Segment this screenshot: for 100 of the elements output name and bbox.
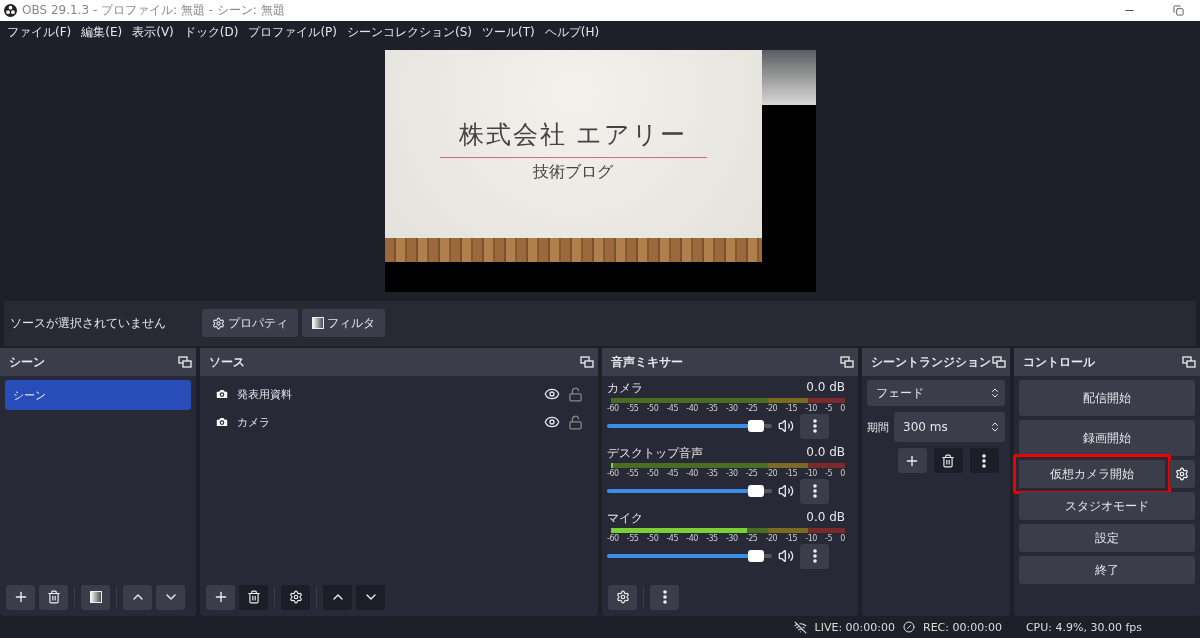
remove-button[interactable] [39, 584, 68, 610]
more-icon [812, 484, 817, 499]
scene-item[interactable]: シーン [5, 380, 191, 411]
trash-icon [941, 453, 955, 468]
no-signal-icon [793, 620, 807, 634]
cpu-usage: CPU: 4.9%, 30.00 fps [1025, 620, 1142, 634]
add-button[interactable] [897, 448, 927, 474]
menu-item[interactable]: 編集(E) [76, 21, 128, 43]
more-button[interactable] [800, 478, 829, 504]
scale-label: -40 [686, 469, 698, 479]
settings-button[interactable] [1169, 460, 1195, 489]
control-button[interactable]: スタジオモード [1019, 492, 1195, 521]
float-icon[interactable] [840, 356, 854, 369]
scale-label: -45 [666, 534, 679, 544]
trash-icon [46, 590, 61, 605]
move-up-button[interactable] [323, 584, 352, 610]
control-button[interactable]: 録画開始 [1019, 420, 1195, 457]
float-icon[interactable] [178, 356, 192, 369]
scale-label: -10 [805, 404, 817, 414]
settings-button[interactable] [281, 584, 310, 610]
menu-item[interactable]: ファイル(F) [2, 21, 77, 43]
channel-name: デスクトップ音声 [607, 445, 703, 462]
add-button[interactable] [6, 584, 35, 610]
scale-label: -20 [765, 404, 778, 414]
trash-icon [246, 590, 261, 605]
scale-label: -20 [765, 469, 778, 479]
more-button[interactable] [969, 448, 999, 474]
control-button[interactable]: 仮想カメラ開始 [1013, 454, 1171, 495]
more-button[interactable] [800, 413, 829, 439]
menu-item[interactable]: プロファイル(P) [243, 21, 342, 43]
slide-subtitle: 技術ブログ [533, 161, 613, 183]
control-button[interactable]: 設定 [1019, 524, 1195, 553]
status-text: ソースが選択されていません [10, 314, 167, 332]
source-item[interactable]: カメラ [205, 408, 593, 437]
lock-open-icon[interactable] [568, 414, 583, 430]
remove-button[interactable] [239, 584, 268, 610]
transition-select[interactable]: フェード [867, 380, 1005, 407]
more-icon [662, 590, 667, 605]
dock-title: 音声ミキサー [611, 354, 683, 370]
scale-label: -15 [785, 404, 798, 414]
more-icon [812, 549, 817, 564]
scale-label: -50 [646, 469, 659, 479]
filters-button[interactable] [81, 584, 110, 610]
recording-off-icon [903, 621, 915, 634]
slider-thumb[interactable] [747, 420, 764, 433]
menu-item[interactable]: シーンコレクション(S) [342, 21, 477, 43]
window-title: OBS 29.1.3 - プロファイル: 無題 - シーン: 無題 [22, 2, 286, 19]
lock-open-icon[interactable] [568, 386, 583, 402]
move-down-button[interactable] [156, 584, 185, 610]
more-icon [812, 419, 817, 434]
scale-label: -5 [825, 534, 833, 544]
scale-label: -15 [785, 534, 798, 544]
settings-icon [212, 316, 225, 330]
control-button[interactable]: 終了 [1019, 556, 1195, 585]
float-icon[interactable] [992, 356, 1006, 369]
remove-button[interactable] [933, 448, 963, 474]
scale-label: -5 [825, 404, 833, 414]
source-label: カメラ [237, 414, 271, 430]
filters-button[interactable]: フィルタ [302, 309, 385, 338]
menu-item[interactable]: 表示(V) [127, 21, 179, 43]
scale-label: -25 [745, 404, 758, 414]
source-item[interactable]: 発表用資料 [205, 380, 593, 409]
float-icon[interactable] [580, 356, 594, 369]
scale-label: -20 [765, 534, 778, 544]
rec-time: REC: 00:00:00 [923, 620, 1002, 634]
move-down-button[interactable] [356, 584, 385, 610]
more-button[interactable] [800, 543, 829, 569]
menu-item[interactable]: ドック(D) [178, 21, 244, 43]
move-up-button[interactable] [123, 584, 152, 610]
scale-label: 0 [840, 404, 845, 414]
speaker-icon[interactable] [778, 418, 794, 435]
properties-button[interactable]: プロパティ [202, 309, 298, 338]
float-icon[interactable] [1182, 356, 1196, 369]
scale-label: -50 [646, 404, 659, 414]
scale-label: -30 [725, 404, 738, 414]
settings-button[interactable] [608, 584, 637, 610]
scale-label: -25 [745, 534, 758, 544]
scale-label: -45 [666, 469, 679, 479]
scale-label: -60 [607, 534, 619, 544]
settings-icon [615, 590, 630, 605]
duration-field[interactable]: 300 ms [894, 412, 1005, 443]
speaker-icon[interactable] [778, 483, 794, 500]
more-button[interactable] [650, 584, 679, 610]
channel-reading: 0.0 dB [806, 380, 845, 397]
slider-thumb[interactable] [747, 550, 764, 563]
scale-label: -35 [706, 404, 718, 414]
channel-reading: 0.0 dB [806, 510, 845, 527]
scale-label: 0 [840, 534, 845, 544]
menu-item[interactable]: ツール(T) [477, 21, 540, 43]
control-button[interactable]: 配信開始 [1019, 380, 1195, 417]
scale-label: 0 [840, 469, 845, 479]
menu-item[interactable]: ヘルプ(H) [539, 21, 605, 43]
scale-label: -45 [666, 404, 679, 414]
slider-thumb[interactable] [747, 485, 764, 498]
speaker-icon[interactable] [778, 548, 794, 565]
scale-label: -55 [626, 534, 639, 544]
scale-label: -35 [706, 534, 718, 544]
add-button[interactable] [206, 584, 235, 610]
dock-title: ソース [209, 354, 245, 370]
updown-icon [989, 421, 1001, 434]
